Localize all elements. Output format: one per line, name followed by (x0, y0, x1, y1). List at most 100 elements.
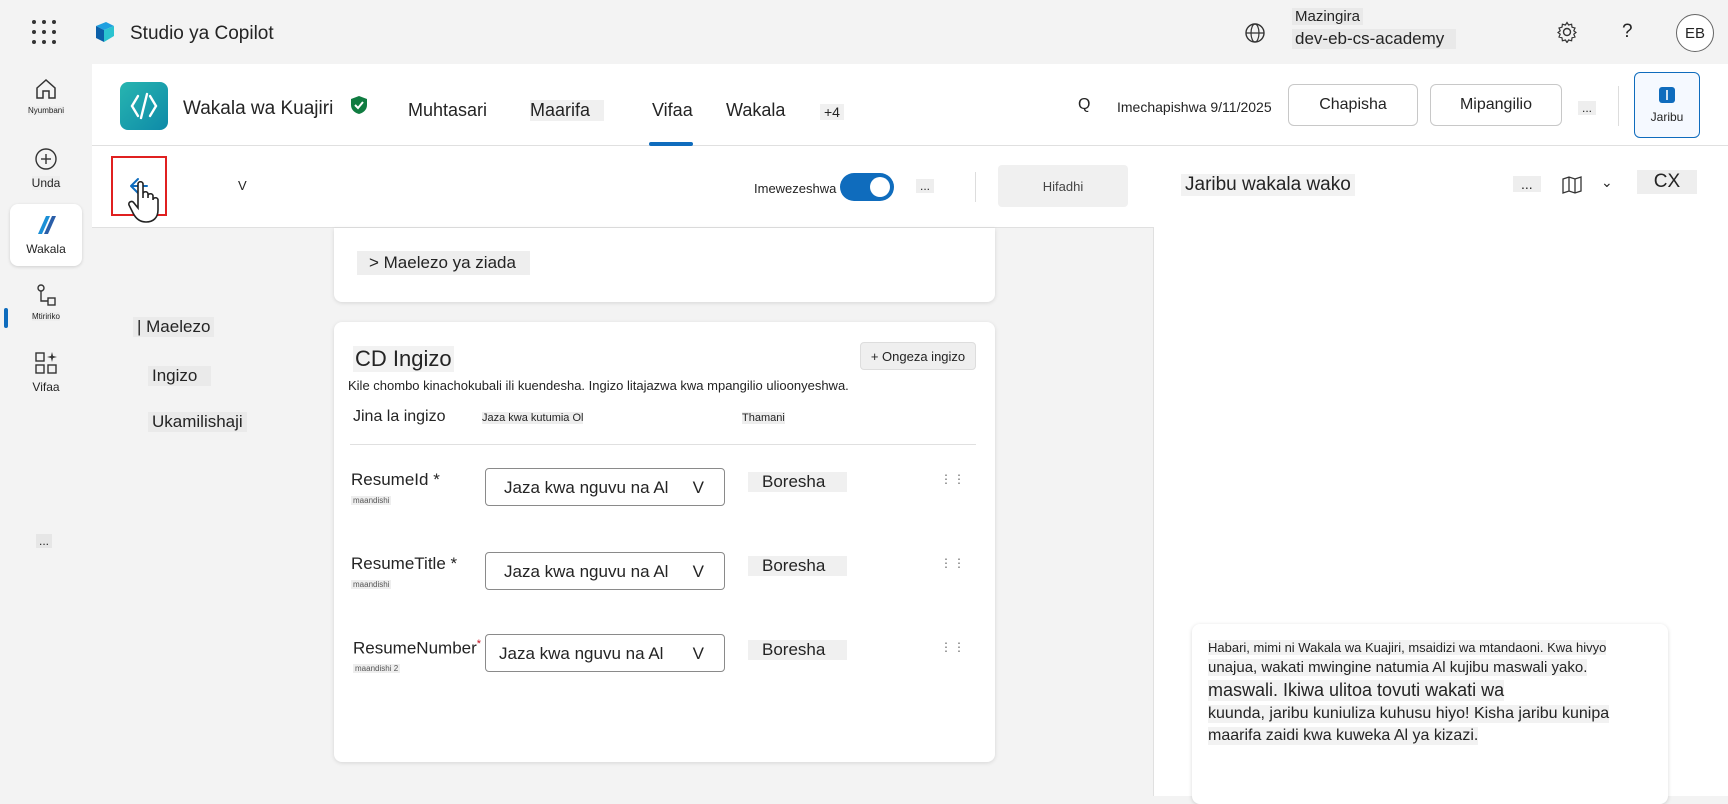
environment-value[interactable]: dev-eb-cs-academy (1292, 29, 1457, 49)
column-header-value: Thamani (742, 412, 785, 424)
fill-mode-dropdown[interactable]: Jaza kwa nguvu na Al V (485, 468, 725, 506)
published-status: Imechapishwa 9/11/2025 (1117, 99, 1272, 115)
tab-tools[interactable]: Vifaa (652, 100, 693, 121)
chat-message-line: kuunda, jaribu kuniuliza kuhusu hiyo! Ki… (1208, 705, 1610, 723)
fill-mode-dropdown[interactable]: Jaza kwa nguvu na Al V (485, 552, 725, 590)
additional-details-toggle[interactable]: > Maelezo ya ziada (357, 251, 530, 275)
chat-message-line: maarifa zaidi kwa kuweka Al ya kizazi. (1208, 727, 1479, 745)
agent-logo (120, 82, 168, 130)
settings-gear-icon[interactable] (1556, 21, 1578, 43)
home-icon (36, 78, 56, 99)
nav-flows[interactable]: Mtiririko (10, 274, 82, 336)
nav-create-label: Unda (31, 176, 61, 190)
main-area: Wakala wa Kuajiri Muhtasari Maarifa Vifa… (92, 64, 1728, 804)
agent-icon (38, 216, 56, 234)
test-pane-title: Jaribu wakala wako (1181, 174, 1355, 196)
nav-agents-label: Wakala (26, 242, 66, 256)
required-mark: * (476, 638, 482, 650)
chevron-down-icon[interactable]: ⌄ (1601, 174, 1613, 191)
inputs-card: CD Ingizo + Ongeza ingizo Kile chombo ki… (334, 322, 995, 762)
map-icon[interactable] (1561, 174, 1583, 196)
cx-button[interactable]: CX (1637, 170, 1697, 194)
inputs-description: Kile chombo kinachokubali ili kuendesha.… (348, 378, 849, 393)
version-dropdown[interactable]: V (238, 178, 247, 193)
publish-button[interactable]: Chapisha (1288, 84, 1418, 126)
chevron-down-icon: V (692, 562, 704, 581)
nav-selection-indicator (4, 308, 8, 328)
section-nav-completion[interactable]: Ukamilishaji (148, 412, 247, 432)
plus-circle-icon (35, 148, 57, 170)
settings-button[interactable]: Mipangilio (1430, 84, 1562, 126)
verified-shield-icon (351, 96, 367, 114)
app-title: Studio ya Copilot (130, 23, 274, 44)
add-input-button[interactable]: + Ongeza ingizo (860, 342, 976, 370)
search-icon[interactable]: Q (1078, 96, 1090, 114)
input-name: ResumeNumber* (353, 638, 481, 659)
test-button-label: Jaribu (1650, 110, 1684, 124)
chat-message-line: Habari, mimi ni Wakala wa Kuajiri, msaid… (1208, 640, 1607, 655)
save-button[interactable]: Hifadhi (998, 165, 1128, 207)
chat-message-line: unajua, wakati mwingine natumia Al kujib… (1208, 659, 1588, 676)
section-nav-details[interactable]: | Maelezo (133, 317, 215, 337)
fill-mode-value: Jaza kwa nguvu na Al (499, 644, 664, 663)
input-name-text: ResumeNumber (353, 638, 477, 658)
nav-flows-label: Mtiririko (32, 312, 60, 321)
tab-overview[interactable]: Muhtasari (408, 100, 487, 121)
toolbar-divider (975, 172, 976, 202)
drag-handle-icon[interactable]: ⋮⋮ (940, 473, 966, 485)
agent-logo-icon (130, 92, 158, 120)
nav-create[interactable]: Unda (10, 138, 82, 200)
test-agent-pane: Jaribu wakala wako ... ⌄ CX Habari, mimi… (1155, 146, 1728, 804)
copilot-studio-logo (96, 22, 114, 42)
nav-tools-label: Vifaa (32, 380, 60, 394)
test-button[interactable]: Jaribu (1634, 72, 1700, 138)
fill-mode-value: Jaza kwa nguvu na Al (504, 562, 669, 581)
header-divider (1618, 86, 1619, 126)
nav-agents[interactable]: Wakala (10, 204, 82, 266)
customize-button[interactable]: Boresha (748, 472, 848, 492)
enabled-label: Imewezeshwa (754, 181, 837, 196)
tab-agents[interactable]: Wakala (726, 100, 785, 121)
app-launcher-icon[interactable] (32, 20, 56, 44)
environment-label: Mazingira (1292, 8, 1364, 25)
chat-message-line: maswali. Ikiwa ulitoa tovuti wakati wa (1208, 680, 1505, 701)
chat-message-bubble: Habari, mimi ni Wakala wa Kuajiri, msaid… (1192, 624, 1668, 804)
top-bar: Studio ya Copilot Mazingira dev-eb-cs-ac… (0, 0, 1728, 64)
customize-button[interactable]: Boresha (748, 556, 848, 576)
pointer-hand-icon (128, 180, 159, 223)
enabled-toggle[interactable] (840, 173, 894, 201)
user-avatar[interactable]: EB (1676, 14, 1714, 52)
tab-knowledge[interactable]: Maarifa (530, 100, 605, 121)
nav-more-button[interactable]: ... (36, 534, 53, 548)
header-more-button[interactable]: ... (1578, 101, 1597, 115)
tool-editor-pane: V Imewezeshwa ... Hifadhi | Maelezo Ingi… (92, 146, 1154, 796)
flow-icon (37, 284, 56, 306)
input-type: maandishi 2 (353, 664, 401, 673)
column-header-fill: Jaza kwa kutumia Ol (482, 412, 584, 424)
details-card: > Maelezo ya ziada (334, 228, 995, 302)
fill-mode-value: Jaza kwa nguvu na Al (504, 478, 669, 497)
tab-more[interactable]: +4 (820, 104, 844, 120)
nav-tools[interactable]: Vifaa (10, 342, 82, 404)
drag-handle-icon[interactable]: ⋮⋮ (940, 641, 966, 653)
inputs-title: CD Ingizo (353, 346, 454, 372)
agent-name: Wakala wa Kuajiri (183, 98, 334, 119)
section-nav-inputs[interactable]: Ingizo (148, 366, 212, 386)
test-icon (1659, 87, 1675, 103)
customize-button[interactable]: Boresha (748, 640, 848, 660)
tool-more-button[interactable]: ... (916, 179, 935, 193)
nav-home-label: Nyumbani (27, 106, 64, 115)
input-name: ResumeTitle * (351, 554, 458, 573)
fill-mode-dropdown[interactable]: Jaza kwa nguvu na Al V (485, 634, 725, 672)
help-icon[interactable]: ? (1622, 21, 1633, 43)
tool-toolbar: V Imewezeshwa ... Hifadhi (92, 146, 1154, 228)
chevron-down-icon: V (692, 644, 704, 663)
input-name: ResumeId * (351, 470, 440, 489)
test-more-button[interactable]: ... (1513, 176, 1541, 192)
drag-handle-icon[interactable]: ⋮⋮ (940, 557, 966, 569)
agent-header: Wakala wa Kuajiri Muhtasari Maarifa Vifa… (92, 64, 1728, 146)
header-separator (350, 444, 976, 445)
chevron-down-icon: V (692, 478, 704, 497)
nav-home[interactable]: Nyumbani (10, 68, 82, 130)
environment-icon[interactable] (1244, 22, 1266, 44)
